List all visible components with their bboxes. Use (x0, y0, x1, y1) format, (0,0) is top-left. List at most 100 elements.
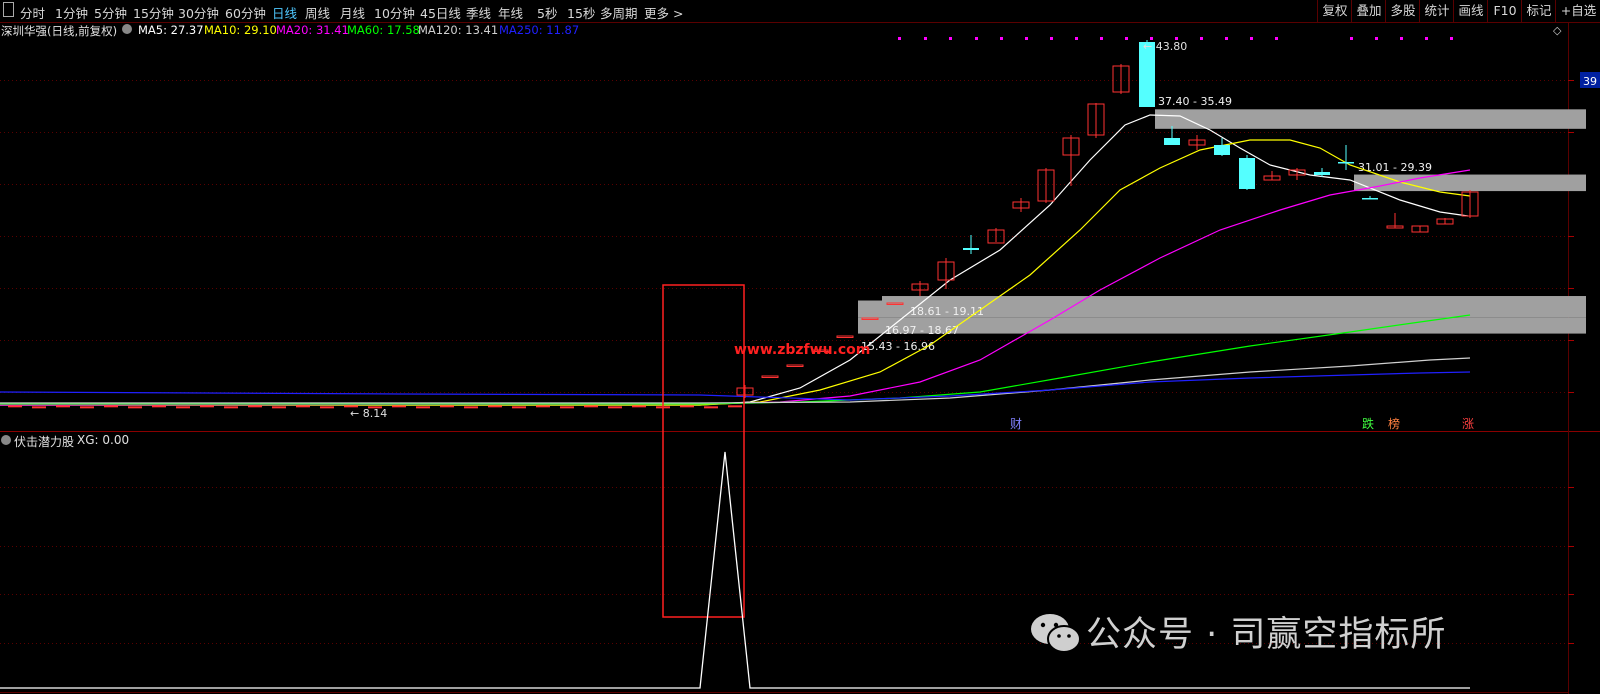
indicator-settings-icon[interactable] (1, 435, 11, 445)
wechat-icon (1028, 612, 1082, 663)
event-marker: 财 (1010, 417, 1022, 431)
candle-body (680, 405, 694, 408)
candle-body (761, 375, 779, 378)
toolbar-button-5[interactable]: F10 (1487, 0, 1522, 22)
indicator-name[interactable]: 伏击潜力股 (14, 433, 74, 450)
event-dot (1025, 37, 1028, 40)
candle-body (296, 405, 310, 408)
toolbar-button-7[interactable]: +自选 (1555, 0, 1600, 22)
candle-body (632, 405, 646, 408)
event-dot (1425, 37, 1428, 40)
candle-body (248, 405, 262, 408)
ma-legend-item: MA5: 27.37 (138, 23, 204, 37)
event-dot (1275, 37, 1278, 40)
candle-body (786, 364, 804, 367)
candle-body (836, 335, 854, 338)
candle-body (320, 406, 334, 409)
toolbar-button-3[interactable]: 统计 (1419, 0, 1454, 22)
tab-period-6[interactable]: 日线 (272, 3, 297, 22)
tab-period-14[interactable]: 15秒 (567, 3, 595, 22)
watermark: 公众号 · 司赢空指标所 (1031, 606, 1447, 657)
axis-marker-diamond: ◇ (1553, 24, 1562, 37)
candle-body (32, 406, 46, 409)
ma-legend-item: MA60: 17.58 (347, 23, 420, 37)
candle-body (80, 406, 94, 409)
candle-body (704, 406, 718, 409)
tab-period-16[interactable]: 更多 > (644, 3, 683, 22)
indicator-value: XG: 0.00 (77, 433, 130, 447)
highlight-box (662, 284, 745, 618)
candle-body (200, 405, 214, 408)
price-zone (1354, 174, 1586, 192)
candle-body (1314, 172, 1330, 175)
candle-body (272, 406, 286, 409)
candle-body (963, 248, 979, 250)
tab-period-15[interactable]: 多周期 (600, 3, 638, 22)
event-dot (1375, 37, 1378, 40)
event-dot (1000, 37, 1003, 40)
candle-body (128, 406, 142, 409)
tab-period-4[interactable]: 30分钟 (178, 3, 219, 22)
candle-body (224, 406, 238, 409)
zone-label: 18.61 - 19.11 (910, 305, 984, 318)
candle-body (152, 405, 166, 408)
tab-period-9[interactable]: 10分钟 (374, 3, 415, 22)
right-price-tag: 39 (1583, 75, 1597, 88)
candle-body (584, 405, 598, 408)
candle-body (1214, 145, 1230, 155)
event-dot (924, 37, 927, 40)
event-dot (1075, 37, 1078, 40)
event-dot (949, 37, 952, 40)
tab-period-0[interactable]: 分时 (20, 3, 45, 22)
toolbar-button-2[interactable]: 多股 (1385, 0, 1420, 22)
candle-body (8, 405, 22, 408)
settings-icon[interactable] (122, 24, 132, 34)
zone-label: 37.40 - 35.49 (1158, 95, 1232, 108)
tab-period-12[interactable]: 年线 (498, 3, 523, 22)
event-dot (975, 37, 978, 40)
toolbar-button-1[interactable]: 叠加 (1351, 0, 1386, 22)
ma-legend-item: MA250: 11.87 (499, 23, 580, 37)
candle-body (392, 405, 406, 408)
tab-period-7[interactable]: 周线 (305, 3, 330, 22)
panel-toggle-icon[interactable] (3, 2, 14, 17)
stock-name[interactable]: 深圳华强(日线,前复权) (1, 23, 117, 39)
candle-body (56, 405, 70, 408)
candle-body (1239, 158, 1255, 189)
event-dot (1050, 37, 1053, 40)
tab-period-8[interactable]: 月线 (340, 3, 365, 22)
price-zone (858, 317, 1586, 334)
toolbar-button-0[interactable]: 复权 (1317, 0, 1352, 22)
tab-period-5[interactable]: 60分钟 (225, 3, 266, 22)
candle-body (464, 406, 478, 409)
event-dot (1125, 37, 1128, 40)
axis-price-tags: ◇ (1553, 24, 1562, 37)
ma-legend-item: MA10: 29.10 (204, 23, 277, 37)
tab-period-10[interactable]: 45日线 (420, 3, 461, 22)
site-watermark: www.zbzfwu.com (734, 342, 870, 358)
candle-body (536, 405, 550, 408)
event-marker: 跌 (1362, 416, 1374, 431)
tab-period-11[interactable]: 季线 (466, 3, 491, 22)
ma-line (0, 371, 1471, 401)
candle-body (440, 405, 454, 408)
candle-body (488, 405, 502, 408)
event-dot (1250, 37, 1253, 40)
event-dot (1450, 37, 1453, 40)
tab-period-1[interactable]: 1分钟 (55, 3, 88, 22)
kline-chart[interactable]: 37.40 - 35.4931.01 - 29.3918.61 - 19.111… (0, 0, 1600, 694)
candle-body (1164, 138, 1180, 145)
tab-period-13[interactable]: 5秒 (537, 3, 557, 22)
toolbar: 分时 1分钟 5分钟 15分钟 30分钟 60分钟 日线 周线 月线 10分钟 45日线 季线 年线 5秒… (0, 0, 1600, 23)
candle-body (1362, 198, 1378, 200)
event-markers: 财 跌榜 涨 (1010, 416, 1474, 431)
toolbar-button-6[interactable]: 标记 (1521, 0, 1556, 22)
zone-label: 16.97 - 18.67 (885, 324, 959, 337)
toolbar-button-4[interactable]: 画线 (1453, 0, 1488, 22)
event-marker: 榜 (1388, 416, 1400, 431)
tab-period-3[interactable]: 15分钟 (133, 3, 174, 22)
tab-period-2[interactable]: 5分钟 (94, 3, 127, 22)
price-zone (1155, 109, 1586, 129)
watermark-text: 公众号 · 司赢空指标所 (1086, 615, 1447, 655)
ma-legend-item: MA20: 31.41 (276, 23, 349, 37)
